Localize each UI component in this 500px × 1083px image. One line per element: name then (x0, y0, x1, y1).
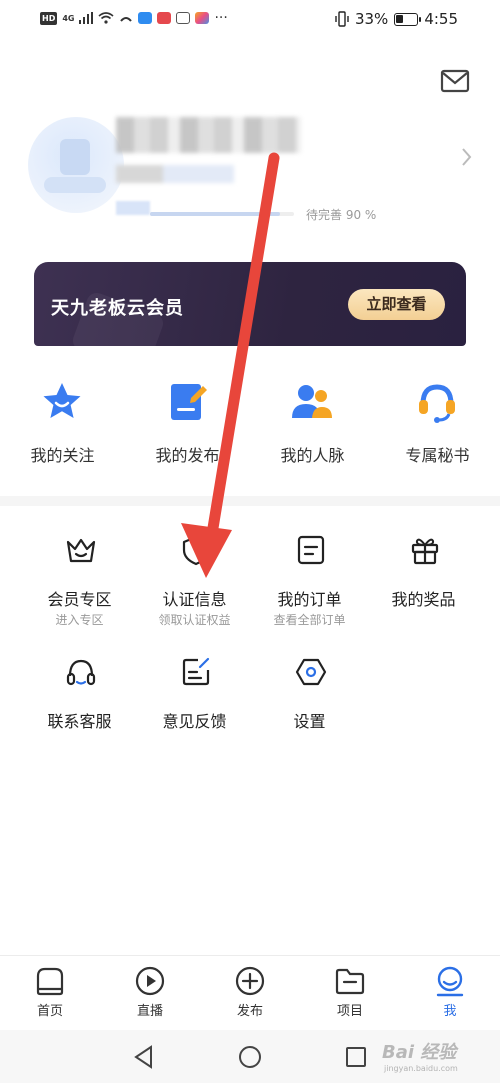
hd-indicator: HD (40, 11, 58, 25)
colorful-app-icon (195, 12, 210, 24)
play-icon (135, 966, 165, 996)
document-edit-icon (171, 384, 207, 420)
profile-card[interactable]: 待完善 90 % (0, 105, 500, 235)
tab-projects[interactable]: 项目 (300, 956, 400, 1031)
service-sublabel: 领取认证权益 (158, 613, 231, 627)
wifi-icon (98, 12, 115, 24)
service-settings[interactable]: 设置 (252, 652, 367, 752)
quick-label: 专属秘书 (405, 446, 470, 465)
home-icon (36, 967, 64, 996)
status-icons-right: 33% 4:55 (335, 10, 458, 28)
tab-label: 发布 (236, 1004, 263, 1019)
tab-home[interactable]: 首页 (0, 956, 100, 1031)
quick-label: 我的关注 (30, 446, 95, 465)
tab-label: 项目 (336, 1004, 363, 1019)
service-contact-support[interactable]: 联系客服 (22, 652, 137, 752)
quick-actions: 我的关注 我的发布 我的人脉 专属秘书 (0, 375, 500, 470)
shield-app-icon (176, 12, 191, 24)
service-my-prizes[interactable]: 我的奖品 (366, 530, 481, 630)
tab-live[interactable]: 直播 (100, 956, 200, 1031)
quick-label: 我的人脉 (280, 446, 345, 465)
feedback-icon (182, 657, 210, 686)
back-icon[interactable] (130, 1043, 158, 1071)
services-grid: 会员专区 进入专区 认证信息 领取认证权益 我的订单 查看全部订单 我的奖品 联… (0, 530, 500, 740)
quick-item-secretary[interactable]: 专属秘书 (375, 375, 500, 470)
profile-progress-text: 待完善 90 % (306, 208, 377, 222)
service-sublabel: 查看全部订单 (273, 613, 346, 627)
cloud-app-icon (138, 12, 153, 24)
service-sublabel: 进入专区 (55, 613, 104, 627)
headphones-icon (66, 659, 96, 686)
service-label: 联系客服 (47, 712, 112, 731)
service-label: 我的奖品 (391, 590, 456, 609)
home-button-icon[interactable] (236, 1043, 264, 1071)
service-certification[interactable]: 认证信息 领取认证权益 (137, 530, 252, 630)
vibrate-icon (335, 11, 349, 27)
vip-banner[interactable]: 天九老板云会员 立即查看 (34, 262, 466, 346)
recents-icon[interactable] (342, 1043, 370, 1071)
call-icon (120, 17, 133, 22)
quick-item-contacts[interactable]: 我的人脉 (250, 375, 375, 470)
status-icons-left: HD 4G ··· (40, 10, 228, 26)
quick-label: 我的发布 (155, 446, 220, 465)
blurred-user-info (116, 165, 234, 183)
gift-icon (411, 538, 439, 565)
tab-label: 我 (443, 1004, 457, 1019)
watermark-url: jingyan.baidu.com (384, 1064, 458, 1073)
battery-percent: 33% (354, 10, 389, 28)
status-bar: HD 4G ··· 33% 4:55 (0, 0, 500, 38)
service-label: 认证信息 (162, 590, 227, 609)
service-label: 意见反馈 (162, 712, 227, 731)
plus-circle-icon (235, 966, 265, 996)
service-label: 我的订单 (277, 590, 342, 609)
headset-icon (419, 384, 455, 423)
battery-icon (394, 12, 422, 26)
service-my-orders[interactable]: 我的订单 查看全部订单 (252, 530, 367, 630)
profile-progress-bar (150, 212, 294, 216)
folder-icon (335, 968, 365, 995)
view-now-button[interactable]: 立即查看 (348, 289, 445, 320)
blurred-level (116, 201, 150, 215)
signal-icon (79, 12, 94, 24)
vip-title: 天九老板云会员 (51, 298, 184, 319)
more-notifications: ··· (214, 10, 228, 26)
service-label: 设置 (293, 712, 326, 731)
service-label: 会员专区 (47, 590, 112, 609)
tab-label: 直播 (136, 1004, 163, 1019)
network-indicator: 4G (62, 13, 75, 23)
section-divider (0, 496, 500, 506)
settings-icon (295, 658, 327, 686)
watermark: Bai 经验 (382, 1042, 457, 1063)
order-icon (297, 535, 325, 565)
star-icon (43, 383, 81, 418)
blurred-user-name (116, 117, 301, 153)
quick-item-following[interactable]: 我的关注 (0, 375, 125, 470)
service-member-zone[interactable]: 会员专区 进入专区 (22, 530, 137, 630)
tab-publish[interactable]: 发布 (200, 956, 300, 1031)
tab-label: 首页 (36, 1004, 63, 1019)
people-icon (292, 385, 332, 418)
tab-me[interactable]: 我 (400, 956, 500, 1031)
avatar[interactable] (28, 117, 124, 213)
chevron-right-icon[interactable] (460, 145, 474, 169)
quick-item-my-posts[interactable]: 我的发布 (125, 375, 250, 470)
mail-icon[interactable] (440, 68, 470, 94)
mail-app-icon (157, 12, 172, 24)
crown-icon (66, 538, 96, 563)
shield-icon (182, 535, 210, 566)
user-icon (436, 966, 464, 997)
clock: 4:55 (424, 10, 458, 28)
bottom-tab-bar: 首页 直播 发布 项目 我 (0, 955, 500, 1030)
service-feedback[interactable]: 意见反馈 (137, 652, 252, 752)
